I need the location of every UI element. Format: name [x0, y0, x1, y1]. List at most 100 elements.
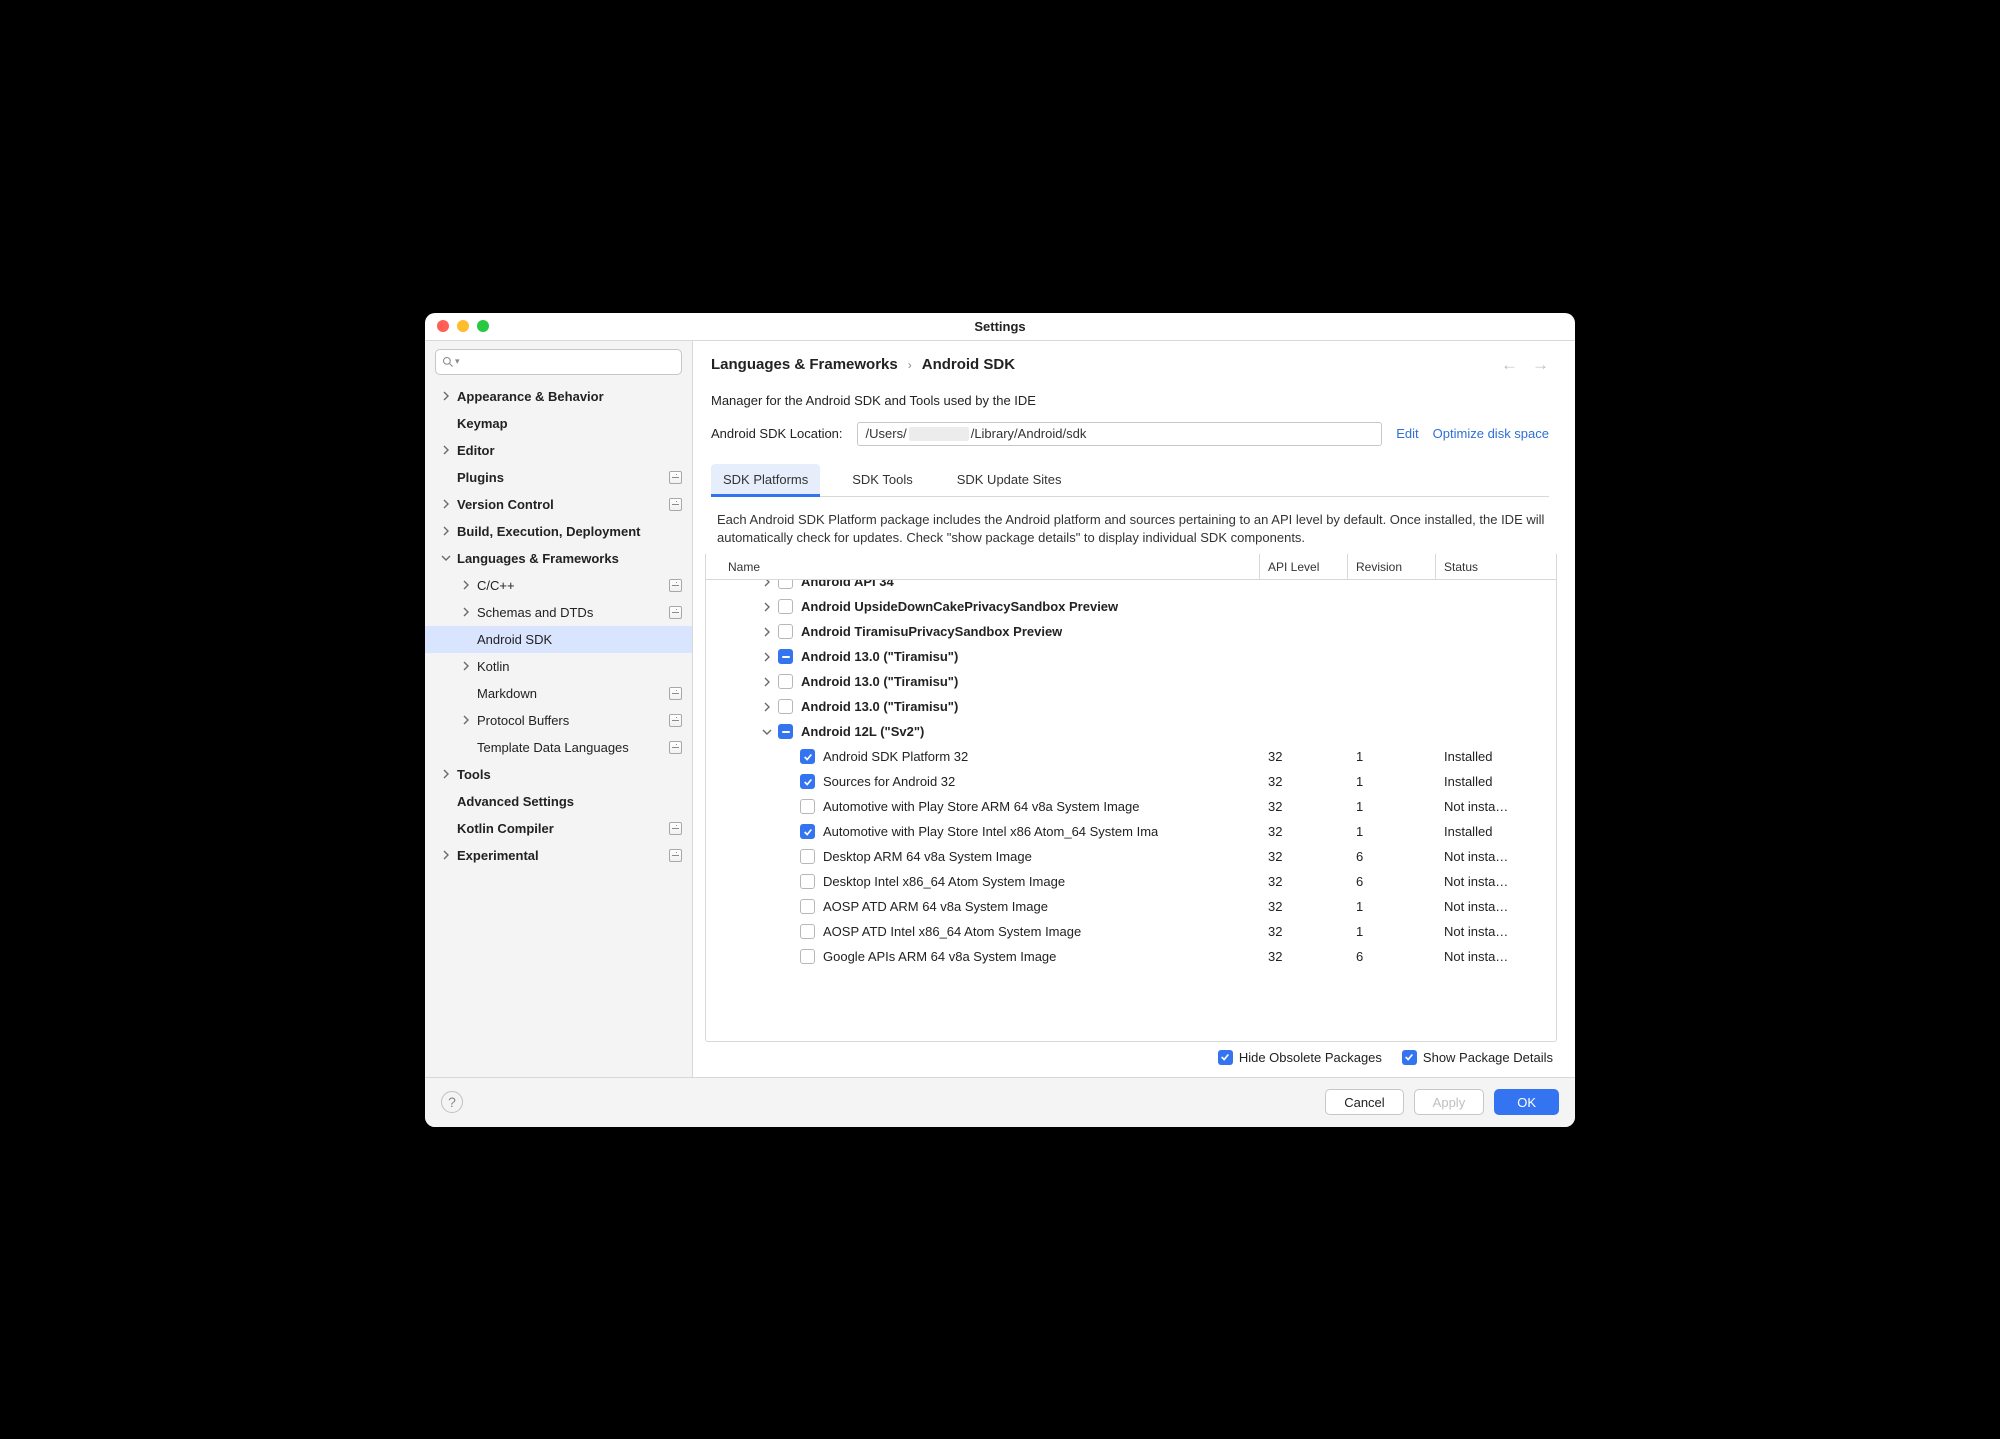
sidebar-item-label: Keymap	[457, 416, 682, 431]
sidebar-item[interactable]: Appearance & Behavior	[425, 383, 692, 410]
row-checkbox[interactable]	[800, 924, 815, 939]
row-checkbox[interactable]	[800, 799, 815, 814]
table-row[interactable]: AOSP ATD ARM 64 v8a System Image321Not i…	[706, 894, 1556, 919]
sidebar-item[interactable]: Experimental	[425, 842, 692, 869]
row-name: Android 13.0 ("Tiramisu")	[801, 674, 958, 689]
show-package-details-label: Show Package Details	[1423, 1050, 1553, 1065]
row-name: Automotive with Play Store ARM 64 v8a Sy…	[823, 799, 1139, 814]
chevron-right-icon[interactable]	[760, 602, 774, 612]
sdk-tab[interactable]: SDK Tools	[840, 464, 924, 496]
sidebar-item-label: Schemas and DTDs	[477, 605, 663, 620]
chevron-right-icon[interactable]	[459, 605, 473, 619]
table-row[interactable]: Google APIs ARM 64 v8a System Image326No…	[706, 944, 1556, 969]
project-settings-icon	[669, 714, 682, 727]
sidebar-item[interactable]: Build, Execution, Deployment	[425, 518, 692, 545]
nav-forward-icon[interactable]: →	[1532, 355, 1549, 375]
row-checkbox[interactable]	[800, 774, 815, 789]
row-checkbox[interactable]	[778, 674, 793, 689]
sidebar-item[interactable]: C/C++	[425, 572, 692, 599]
table-row[interactable]: AOSP ATD Intel x86_64 Atom System Image3…	[706, 919, 1556, 944]
sidebar-item[interactable]: Markdown	[425, 680, 692, 707]
chevron-right-icon[interactable]	[459, 578, 473, 592]
sidebar-item[interactable]: Protocol Buffers	[425, 707, 692, 734]
chevron-right-icon[interactable]	[439, 848, 453, 862]
sidebar-item[interactable]: Kotlin Compiler	[425, 815, 692, 842]
table-row[interactable]: Android 13.0 ("Tiramisu")	[706, 644, 1556, 669]
row-checkbox[interactable]	[800, 949, 815, 964]
row-name: Desktop Intel x86_64 Atom System Image	[823, 874, 1065, 889]
sdk-tab[interactable]: SDK Update Sites	[945, 464, 1074, 496]
sidebar-item[interactable]: Languages & Frameworks	[425, 545, 692, 572]
chevron-right-icon[interactable]	[439, 524, 453, 538]
row-checkbox[interactable]	[778, 699, 793, 714]
sidebar-item[interactable]: Plugins	[425, 464, 692, 491]
chevron-right-icon[interactable]	[439, 497, 453, 511]
table-row[interactable]: Android 12L ("Sv2")	[706, 719, 1556, 744]
sdk-tab[interactable]: SDK Platforms	[711, 464, 820, 496]
apply-button[interactable]: Apply	[1414, 1089, 1485, 1115]
sidebar-item[interactable]: Android SDK	[425, 626, 692, 653]
row-checkbox[interactable]	[778, 599, 793, 614]
row-checkbox[interactable]	[778, 580, 793, 589]
chevron-right-icon[interactable]	[459, 659, 473, 673]
table-body[interactable]: Android API 34Android UpsideDownCakePriv…	[706, 580, 1556, 1040]
chevron-right-icon[interactable]	[439, 389, 453, 403]
sdk-location-input[interactable]: /Users/ /Library/Android/sdk	[857, 422, 1383, 446]
row-checkbox[interactable]	[778, 724, 793, 739]
hide-obsolete-checkbox[interactable]: Hide Obsolete Packages	[1218, 1050, 1382, 1065]
row-checkbox[interactable]	[800, 824, 815, 839]
row-checkbox[interactable]	[778, 624, 793, 639]
row-checkbox[interactable]	[800, 899, 815, 914]
chevron-right-icon[interactable]	[459, 713, 473, 727]
sidebar-item[interactable]: Kotlin	[425, 653, 692, 680]
chevron-right-icon[interactable]	[760, 677, 774, 687]
chevron-right-icon[interactable]	[439, 443, 453, 457]
sidebar-item-label: Experimental	[457, 848, 663, 863]
table-row[interactable]: Android API 34	[706, 580, 1556, 594]
nav-back-icon[interactable]: ←	[1501, 355, 1518, 375]
settings-tree: Appearance & Behavior Keymap Editor Plugins…	[425, 383, 692, 1077]
cancel-button[interactable]: Cancel	[1325, 1089, 1403, 1115]
sidebar-item[interactable]: Advanced Settings	[425, 788, 692, 815]
sidebar-item-label: Plugins	[457, 470, 663, 485]
chevron-right-icon[interactable]	[760, 652, 774, 662]
chevron-down-icon[interactable]	[760, 727, 774, 737]
table-row[interactable]: Automotive with Play Store Intel x86 Ato…	[706, 819, 1556, 844]
ok-button[interactable]: OK	[1494, 1089, 1559, 1115]
table-row[interactable]: Desktop Intel x86_64 Atom System Image32…	[706, 869, 1556, 894]
search-history-chevron-icon[interactable]: ▾	[455, 356, 460, 367]
breadcrumb-root[interactable]: Languages & Frameworks	[711, 356, 898, 373]
sidebar-item[interactable]: Tools	[425, 761, 692, 788]
row-checkbox[interactable]	[800, 849, 815, 864]
sidebar-item[interactable]: Keymap	[425, 410, 692, 437]
sdk-optimize-disk-link[interactable]: Optimize disk space	[1433, 426, 1549, 441]
settings-search-input[interactable]: ▾	[435, 349, 682, 375]
help-button[interactable]: ?	[441, 1091, 463, 1113]
show-package-details-checkbox[interactable]: Show Package Details	[1402, 1050, 1553, 1065]
sidebar-item[interactable]: Schemas and DTDs	[425, 599, 692, 626]
table-row[interactable]: Android 13.0 ("Tiramisu")	[706, 669, 1556, 694]
sidebar-item[interactable]: Template Data Languages	[425, 734, 692, 761]
table-row[interactable]: Android UpsideDownCakePrivacySandbox Pre…	[706, 594, 1556, 619]
row-checkbox[interactable]	[800, 749, 815, 764]
col-status[interactable]: Status	[1436, 554, 1556, 579]
row-checkbox[interactable]	[778, 649, 793, 664]
col-api[interactable]: API Level	[1260, 554, 1348, 579]
table-row[interactable]: Sources for Android 32321Installed	[706, 769, 1556, 794]
table-row[interactable]: Android SDK Platform 32321Installed	[706, 744, 1556, 769]
table-row[interactable]: Android 13.0 ("Tiramisu")	[706, 694, 1556, 719]
chevron-right-icon[interactable]	[760, 580, 774, 587]
sidebar-item[interactable]: Version Control	[425, 491, 692, 518]
table-row[interactable]: Automotive with Play Store ARM 64 v8a Sy…	[706, 794, 1556, 819]
row-checkbox[interactable]	[800, 874, 815, 889]
sidebar-item[interactable]: Editor	[425, 437, 692, 464]
chevron-down-icon[interactable]	[439, 551, 453, 565]
table-row[interactable]: Android TiramisuPrivacySandbox Preview	[706, 619, 1556, 644]
col-revision[interactable]: Revision	[1348, 554, 1436, 579]
table-row[interactable]: Desktop ARM 64 v8a System Image326Not in…	[706, 844, 1556, 869]
col-name[interactable]: Name	[706, 554, 1260, 579]
chevron-right-icon[interactable]	[760, 627, 774, 637]
chevron-right-icon[interactable]	[760, 702, 774, 712]
sdk-location-edit-link[interactable]: Edit	[1396, 426, 1418, 441]
chevron-right-icon[interactable]	[439, 767, 453, 781]
